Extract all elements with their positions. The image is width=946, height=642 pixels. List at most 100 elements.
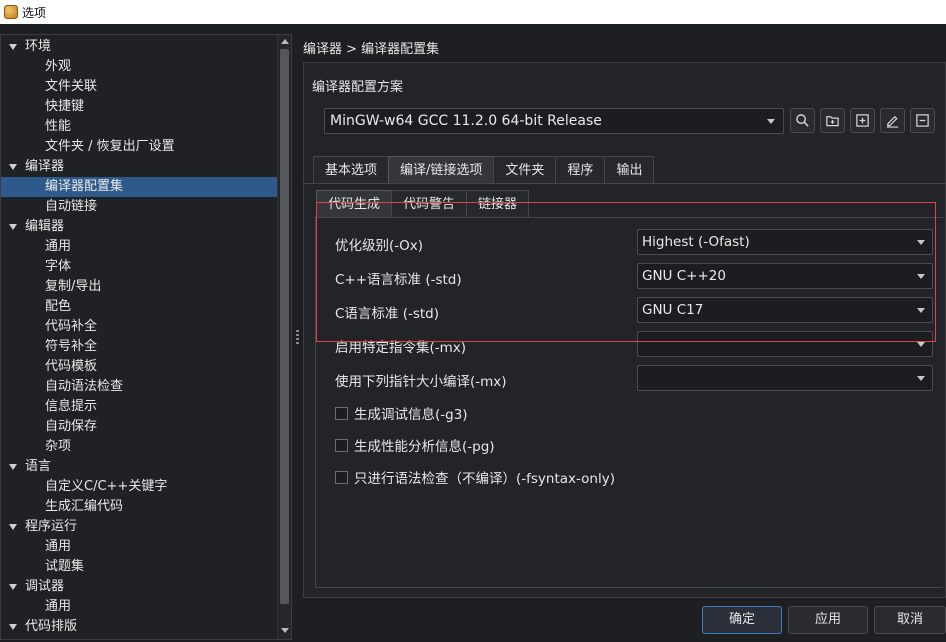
minus-icon — [916, 114, 929, 127]
expand-arrow-icon[interactable] — [9, 584, 17, 590]
chevron-down-icon — [917, 342, 925, 347]
tree-item-label: 自动保存 — [45, 419, 98, 434]
add-folder-button[interactable] — [820, 108, 845, 133]
tree-category[interactable]: 编辑器 — [1, 217, 277, 237]
apply-button[interactable]: 应用 — [788, 606, 868, 634]
optimization-select[interactable]: Highest (-Ofast) — [637, 229, 933, 255]
tree-item[interactable]: 通用 — [1, 597, 277, 617]
tree-category[interactable]: 程序运行 — [1, 517, 277, 537]
debug-info-checkbox[interactable] — [335, 406, 348, 420]
search-icon — [796, 114, 809, 127]
scroll-up-icon[interactable] — [281, 39, 289, 44]
rename-compiler-button[interactable] — [880, 108, 905, 133]
cancel-button[interactable]: 取消 — [874, 606, 946, 634]
tree-item-label: 程序运行 — [25, 519, 78, 534]
syntax-only-label: 只进行语法检查（不编译）(-fsyntax-only) — [354, 471, 615, 487]
title-bar: 选项 — [0, 0, 946, 24]
tree-item[interactable]: 自定义C/C++关键字 — [1, 477, 277, 497]
tree-category[interactable]: 代码排版 — [1, 617, 277, 637]
tree-category[interactable]: 语言 — [1, 457, 277, 477]
subtab[interactable]: 代码警告 — [391, 190, 468, 218]
tree-item[interactable]: 通用 — [1, 537, 277, 557]
tree-item-label: 编译器 — [25, 159, 65, 174]
expand-arrow-icon[interactable] — [9, 164, 17, 170]
compiler-set-select[interactable]: MinGW-w64 GCC 11.2.0 64-bit Release — [324, 108, 784, 134]
pointer-size-select[interactable] — [637, 365, 933, 391]
tree-item-label: 代码模板 — [45, 359, 98, 374]
profiling-checkbox[interactable] — [335, 438, 348, 452]
expand-arrow-icon[interactable] — [9, 224, 17, 230]
tree-item[interactable]: 自动链接 — [1, 197, 277, 217]
tree-item[interactable]: 代码补全 — [1, 317, 277, 337]
profiling-label: 生成性能分析信息(-pg) — [354, 439, 495, 455]
cpp-std-select[interactable]: GNU C++20 — [637, 263, 933, 289]
scrollbar-thumb[interactable] — [280, 49, 289, 604]
edit-icon — [886, 115, 899, 128]
tree-item[interactable]: 配色 — [1, 297, 277, 317]
c-std-select[interactable]: GNU C17 — [637, 297, 933, 323]
tree-item[interactable]: 文件关联 — [1, 77, 277, 97]
ok-button[interactable]: 确定 — [702, 606, 782, 634]
tree-item[interactable]: 试题集 — [1, 557, 277, 577]
tree-item[interactable]: 快捷键 — [1, 97, 277, 117]
tree-item[interactable]: 通用 — [1, 237, 277, 257]
tree-item[interactable]: 复制/导出 — [1, 277, 277, 297]
tree-item-label: 试题集 — [45, 559, 85, 574]
remove-compiler-button[interactable] — [910, 108, 935, 133]
tree-item[interactable]: 性能 — [1, 117, 277, 137]
tree-item[interactable]: 生成汇编代码 — [1, 497, 277, 517]
tree-item[interactable]: 自动语法检查 — [1, 377, 277, 397]
tree-item[interactable]: 杂项 — [1, 437, 277, 457]
tree-item-label: 代码排版 — [25, 619, 78, 634]
expand-arrow-icon[interactable] — [9, 464, 17, 470]
tree-item-label: 性能 — [45, 119, 72, 134]
tab[interactable]: 输出 — [604, 156, 655, 184]
search-compiler-button[interactable] — [790, 108, 815, 133]
option-label-pointer-size: 使用下列指针大小编译(-mx) — [335, 374, 507, 390]
tab[interactable]: 文件夹 — [493, 156, 557, 184]
folder-add-icon — [826, 116, 839, 127]
syntax-only-checkbox[interactable] — [335, 470, 348, 484]
tree-item-label: 生成汇编代码 — [45, 499, 124, 514]
add-compiler-button[interactable] — [850, 108, 875, 133]
tab[interactable]: 基本选项 — [313, 156, 390, 184]
tree-list: 环境 外观 文件关联 快捷键性能文件夹 / 恢复出厂设置编译器编译器配置集 自动链接 编辑… — [1, 37, 277, 637]
profiling-checkbox-row[interactable]: 生成性能分析信息(-pg) — [335, 435, 495, 455]
tree-item-label: 代码补全 — [45, 319, 98, 334]
tree-item[interactable]: 信息提示 — [1, 397, 277, 417]
tree-item[interactable]: 字体 — [1, 257, 277, 277]
chevron-down-icon — [917, 274, 925, 279]
tree-item[interactable]: 符号补全 — [1, 337, 277, 357]
expand-arrow-icon[interactable] — [9, 44, 17, 50]
tree-scrollbar[interactable] — [277, 35, 291, 639]
instruction-set-select[interactable] — [637, 331, 933, 357]
tree-item-label: 通用 — [45, 239, 72, 254]
debug-info-checkbox-row[interactable]: 生成调试信息(-g3) — [335, 403, 468, 423]
tab[interactable]: 编译/链接选项 — [388, 156, 495, 184]
tree-category[interactable]: 调试器 — [1, 577, 277, 597]
tree-category[interactable]: 编译器 — [1, 157, 277, 177]
app-icon — [4, 5, 18, 19]
tree-item[interactable]: 代码模板 — [1, 357, 277, 377]
subtab[interactable]: 代码生成 — [316, 190, 393, 218]
tree-item[interactable]: 外观 — [1, 57, 277, 77]
tree-item-label: 通用 — [45, 599, 72, 614]
scroll-down-icon[interactable] — [281, 628, 289, 633]
splitter-handle[interactable] — [296, 330, 299, 346]
expand-arrow-icon[interactable] — [9, 524, 17, 530]
tree-item[interactable]: 自动保存 — [1, 417, 277, 437]
tree-item[interactable]: 文件夹 / 恢复出厂设置 — [1, 137, 277, 157]
tree-category[interactable]: 环境 — [1, 37, 277, 57]
tree-item-label: 文件夹 / 恢复出厂设置 — [45, 139, 175, 154]
expand-arrow-icon[interactable] — [9, 624, 17, 630]
tab[interactable]: 程序 — [555, 156, 606, 184]
debug-info-label: 生成调试信息(-g3) — [354, 407, 468, 423]
option-label-cpp-std: C++语言标准 (-std) — [335, 272, 462, 288]
tree-item-label: 调试器 — [25, 579, 65, 594]
syntax-only-checkbox-row[interactable]: 只进行语法检查（不编译）(-fsyntax-only) — [335, 467, 615, 487]
c-std-value: GNU C17 — [642, 302, 704, 318]
tree-item[interactable]: 编译器配置集 — [1, 177, 277, 197]
subtab-bar: 代码生成 代码警告 链接器 — [316, 190, 530, 218]
subtab[interactable]: 链接器 — [466, 190, 530, 218]
option-label-c-std: C语言标准 (-std) — [335, 306, 440, 322]
